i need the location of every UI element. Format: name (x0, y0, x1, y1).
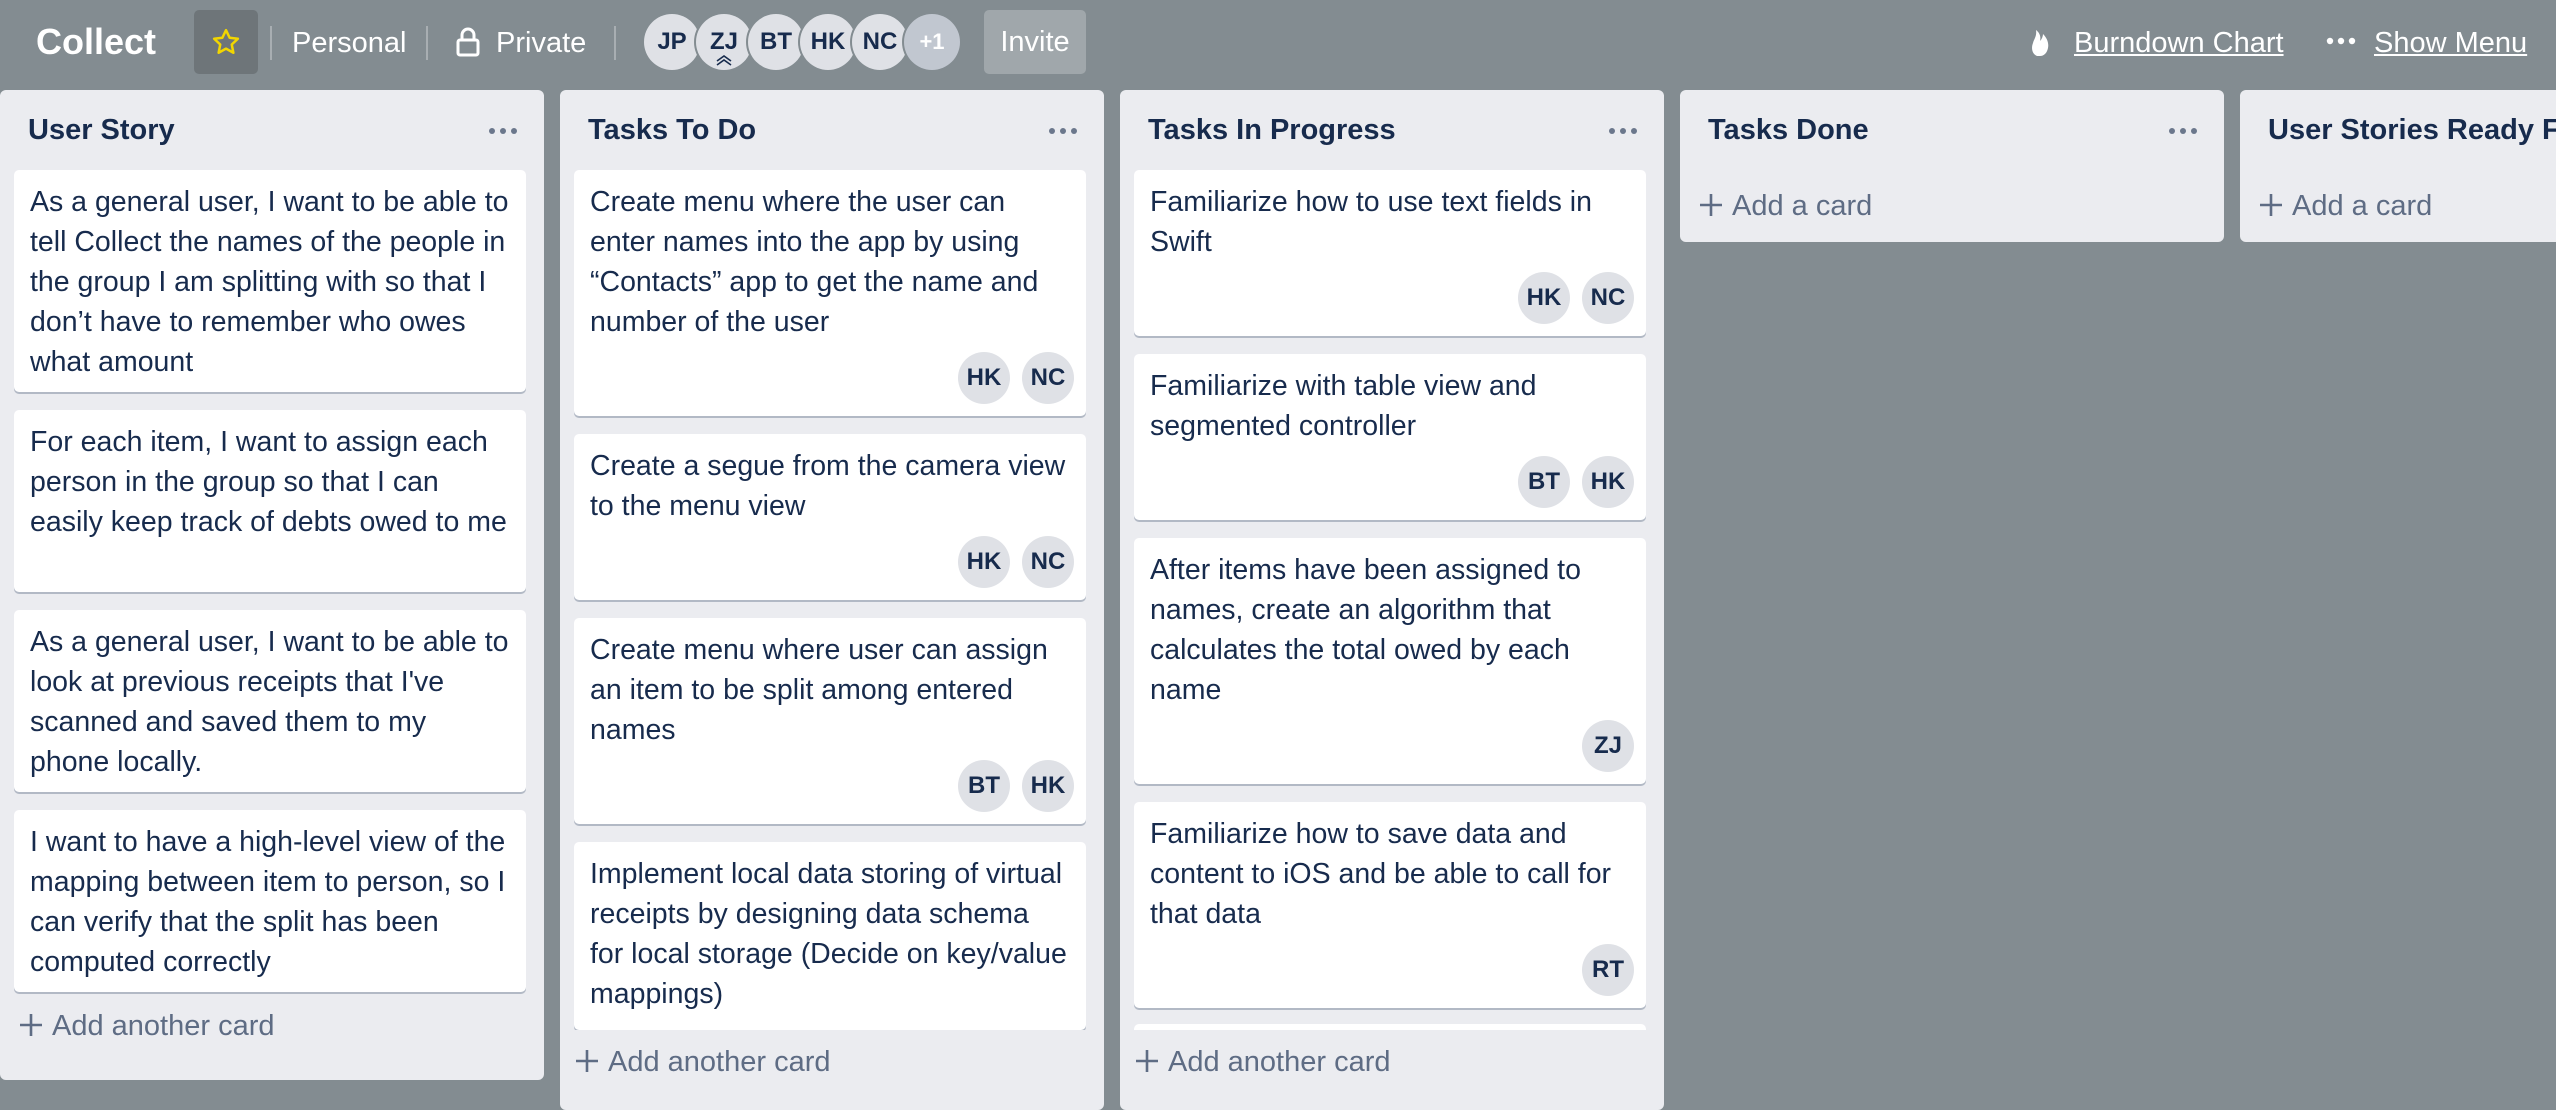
member-avatar[interactable]: NC (1582, 272, 1634, 324)
header-divider (270, 26, 272, 60)
member-avatar[interactable]: NC (1022, 536, 1074, 588)
chevron-up-icon (716, 55, 732, 66)
add-card-button[interactable]: Add a card (1698, 184, 1872, 228)
list-user-story: User Story As a general user, I want to … (0, 90, 544, 1080)
card[interactable]: Create a segue from the camera view to t… (574, 434, 1086, 600)
board-header: Collect Personal Private JP ZJ BT HK NC … (0, 0, 2556, 84)
burndown-chart-link[interactable]: Burndown Chart (2074, 20, 2284, 66)
member-initials: ZJ (709, 28, 738, 55)
card-title: After items have been assigned to names,… (1150, 554, 1581, 706)
list-user-stories-ready: User Stories Ready Fo Add a card (2240, 90, 2556, 242)
card[interactable]: After items have been assigned to names,… (1134, 538, 1646, 784)
lock-icon (456, 27, 480, 57)
add-card-label: Add another card (52, 1010, 275, 1042)
card-members: HK NC (1518, 272, 1634, 324)
add-card-button[interactable]: Add a card (2258, 184, 2432, 228)
list-title[interactable]: Tasks To Do (588, 108, 756, 152)
member-avatar[interactable]: HK (1022, 760, 1074, 812)
member-avatar[interactable]: HK (958, 536, 1010, 588)
card-title: As a general user, I want to be able to … (30, 626, 509, 778)
card-title: Create a segue from the camera view to t… (590, 450, 1066, 522)
header-divider (426, 26, 428, 60)
list-menu-icon[interactable] (1608, 126, 1638, 136)
card[interactable]: Familiarize how to save data and content… (1134, 802, 1646, 1008)
card[interactable]: Familiarize with table view and segmente… (1134, 354, 1646, 520)
list-menu-icon[interactable] (2168, 126, 2198, 136)
card-members: BT HK (958, 760, 1074, 812)
star-button[interactable] (194, 10, 258, 74)
invite-button[interactable]: Invite (984, 10, 1086, 74)
member-avatar[interactable]: RT (1582, 944, 1634, 996)
card-title: Implement local data storing of virtual … (590, 858, 1067, 1010)
burndown-chart-icon (2032, 30, 2049, 56)
card-title: Familiarize how to save data and content… (1150, 818, 1612, 930)
card[interactable]: I want to have a high-level view of the … (14, 810, 526, 992)
plus-icon (1700, 194, 1722, 216)
card[interactable]: For each item, I want to assign each per… (14, 410, 526, 592)
card-members: BT HK (1518, 456, 1634, 508)
member-avatar[interactable]: HK (800, 14, 856, 70)
add-card-button[interactable]: Add another card (18, 1004, 274, 1048)
star-icon (212, 28, 240, 54)
list-title[interactable]: User Stories Ready Fo (2268, 108, 2556, 152)
card-title: For each item, I want to assign each per… (30, 426, 507, 538)
add-card-label: Add a card (2292, 190, 2433, 222)
plus-icon (576, 1050, 598, 1072)
card[interactable]: Familiarize how to use text fields in Sw… (1134, 170, 1646, 336)
member-avatar[interactable]: HK (1518, 272, 1570, 324)
board-title[interactable]: Collect (36, 18, 156, 66)
add-card-button[interactable]: Add another card (1134, 1030, 1650, 1094)
list-title[interactable]: User Story (28, 108, 175, 152)
member-avatar[interactable]: BT (1518, 456, 1570, 508)
member-avatar[interactable]: BT (958, 760, 1010, 812)
add-card-button[interactable]: Add another card (574, 1030, 1090, 1094)
list-menu-icon[interactable] (1048, 126, 1078, 136)
list-menu-icon[interactable] (488, 126, 518, 136)
more-members-button[interactable]: +1 (904, 14, 960, 70)
member-avatar[interactable]: JP (644, 14, 700, 70)
member-avatar[interactable]: ZJ (696, 14, 752, 70)
card-members: ZJ (1582, 720, 1634, 772)
plus-icon (1136, 1050, 1158, 1072)
add-card-label: Add another card (608, 1046, 831, 1078)
header-divider (614, 26, 616, 60)
more-dots-icon (2326, 37, 2356, 45)
card-members: RT (1582, 944, 1634, 996)
add-card-label: Add a card (1732, 190, 1873, 222)
card-title: I want to have a high-level view of the … (30, 826, 506, 978)
visibility-button[interactable]: Private (496, 20, 586, 66)
member-avatar[interactable]: NC (1022, 352, 1074, 404)
team-button[interactable]: Personal (292, 20, 406, 66)
card-title: Create menu where the user can enter nam… (590, 186, 1039, 338)
card-members: HK NC (958, 536, 1074, 588)
add-card-label: Add another card (1168, 1046, 1391, 1078)
show-menu-link[interactable]: Show Menu (2374, 20, 2527, 66)
card-title: Familiarize how to use text fields in Sw… (1150, 186, 1592, 258)
plus-icon (2260, 194, 2282, 216)
card[interactable]: As a general user, I want to be able to … (14, 610, 526, 792)
card-title: As a general user, I want to be able to … (30, 186, 509, 378)
list-tasks-done: Tasks Done Add a card (1680, 90, 2224, 242)
card-title: Familiarize with table view and segmente… (1150, 370, 1537, 442)
member-avatar[interactable]: NC (852, 14, 908, 70)
member-avatar[interactable]: BT (748, 14, 804, 70)
member-avatar[interactable]: HK (958, 352, 1010, 404)
list-tasks-in-progress: Tasks In Progress Familiarize how to use… (1120, 90, 1664, 1110)
member-avatar[interactable]: HK (1582, 456, 1634, 508)
card[interactable]: Create menu where user can assign an ite… (574, 618, 1086, 824)
card[interactable]: Create menu where the user can enter nam… (574, 170, 1086, 416)
card[interactable]: As a general user, I want to be able to … (14, 170, 526, 392)
plus-icon (20, 1014, 42, 1036)
list-tasks-to-do: Tasks To Do Create menu where the user c… (560, 90, 1104, 1110)
list-title[interactable]: Tasks In Progress (1148, 108, 1396, 152)
list-title[interactable]: Tasks Done (1708, 108, 1869, 152)
member-avatar[interactable]: ZJ (1582, 720, 1634, 772)
card-title: Create menu where user can assign an ite… (590, 634, 1048, 746)
card[interactable]: Implement local data storing of virtual … (574, 842, 1086, 1030)
card-members: HK NC (958, 352, 1074, 404)
